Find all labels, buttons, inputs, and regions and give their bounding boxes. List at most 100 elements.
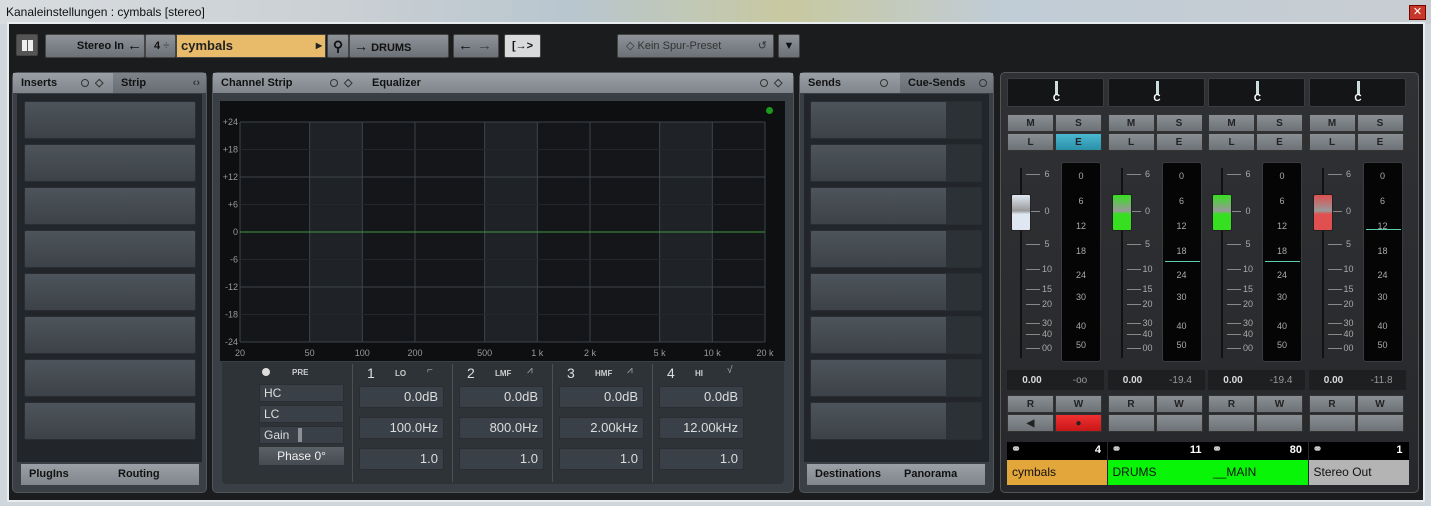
- mute-button[interactable]: M: [1007, 114, 1054, 132]
- solo-button[interactable]: S: [1256, 114, 1303, 132]
- write-automation-button[interactable]: W: [1356, 395, 1404, 413]
- write-automation-button[interactable]: W: [1256, 395, 1303, 413]
- band-q-field[interactable]: 1.0: [659, 448, 744, 470]
- tab-cue-sends[interactable]: Cue-Sends: [900, 73, 993, 93]
- send-slot[interactable]: [810, 187, 982, 225]
- edit-button[interactable]: E: [1356, 133, 1404, 151]
- band-name[interactable]: HMF: [595, 369, 612, 378]
- bypass-icon[interactable]: [880, 79, 888, 87]
- send-level-area[interactable]: [946, 145, 981, 181]
- filter-shape-icon[interactable]: √: [727, 365, 733, 376]
- filter-shape-icon[interactable]: ⩘: [527, 365, 533, 376]
- band-name[interactable]: LMF: [495, 369, 511, 378]
- filter-shape-icon[interactable]: ⩘: [627, 365, 633, 376]
- band-q-field[interactable]: 1.0: [459, 448, 544, 470]
- volume-fader-handle[interactable]: [1011, 194, 1031, 231]
- send-slot[interactable]: [810, 230, 982, 268]
- insert-slot[interactable]: [24, 402, 196, 440]
- volume-fader-handle[interactable]: [1312, 194, 1333, 231]
- listen-button[interactable]: L: [1007, 133, 1054, 151]
- write-automation-button[interactable]: W: [1155, 395, 1203, 413]
- filter-shape-icon[interactable]: ⌐: [427, 365, 433, 376]
- send-slot[interactable]: [810, 316, 982, 354]
- band-q-field[interactable]: 1.0: [359, 448, 444, 470]
- solo-button[interactable]: S: [1055, 114, 1102, 132]
- band-freq-field[interactable]: 100.0Hz: [359, 417, 444, 439]
- listen-button[interactable]: L: [1308, 133, 1356, 151]
- write-automation-button[interactable]: W: [1055, 395, 1102, 413]
- gain-slider-handle[interactable]: [298, 428, 302, 442]
- insert-slot[interactable]: [24, 187, 196, 225]
- channel-name-label[interactable]: cymbals: [1007, 460, 1107, 485]
- band-freq-field[interactable]: 12.00kHz: [659, 417, 744, 439]
- insert-slot[interactable]: [24, 144, 196, 182]
- insert-slot[interactable]: [24, 316, 196, 354]
- listen-button[interactable]: L: [1107, 133, 1155, 151]
- mute-button[interactable]: M: [1308, 114, 1356, 132]
- volume-value[interactable]: 0.00: [1311, 375, 1357, 386]
- pre-hc-slider[interactable]: HC: [259, 384, 344, 402]
- listen-button[interactable]: L: [1208, 133, 1255, 151]
- peak-value[interactable]: -11.8: [1359, 375, 1405, 386]
- solo-button[interactable]: S: [1155, 114, 1203, 132]
- edit-button[interactable]: E: [1256, 133, 1303, 151]
- read-automation-button[interactable]: R: [1308, 395, 1356, 413]
- link-icon[interactable]: ⚭: [1112, 442, 1122, 456]
- send-level-area[interactable]: [946, 188, 981, 224]
- mute-button[interactable]: M: [1107, 114, 1155, 132]
- edit-button[interactable]: E: [1155, 133, 1203, 151]
- channel-name-label[interactable]: DRUMS: [1107, 460, 1208, 485]
- edit-button[interactable]: E: [1055, 133, 1102, 151]
- band-name[interactable]: HI: [695, 369, 703, 378]
- link-icon[interactable]: ⚭: [1212, 442, 1222, 456]
- insert-slot[interactable]: [24, 230, 196, 268]
- band-q-field[interactable]: 1.0: [559, 448, 644, 470]
- insert-slot[interactable]: [24, 273, 196, 311]
- pan-control[interactable]: C: [1308, 78, 1406, 107]
- band-gain-field[interactable]: 0.0dB: [659, 386, 744, 408]
- volume-fader-handle[interactable]: [1212, 194, 1232, 231]
- tab-sends[interactable]: Sends: [800, 73, 900, 93]
- band-freq-field[interactable]: 2.00kHz: [559, 417, 644, 439]
- insert-slot[interactable]: [24, 101, 196, 139]
- pan-control[interactable]: C: [1208, 78, 1305, 107]
- volume-value[interactable]: 0.00: [1009, 375, 1055, 386]
- send-slot[interactable]: [810, 101, 982, 139]
- pan-control[interactable]: C: [1007, 78, 1104, 107]
- band-gain-field[interactable]: 0.0dB: [559, 386, 644, 408]
- tab-panorama[interactable]: Panorama: [896, 464, 985, 485]
- send-level-area[interactable]: [946, 403, 981, 439]
- read-automation-button[interactable]: R: [1007, 395, 1054, 413]
- volume-value[interactable]: 0.00: [1110, 375, 1156, 386]
- volume-value[interactable]: 0.00: [1210, 375, 1256, 386]
- pre-led[interactable]: [262, 368, 270, 376]
- send-level-area[interactable]: [946, 360, 981, 396]
- bypass-icon[interactable]: [979, 79, 987, 87]
- mute-button[interactable]: M: [1208, 114, 1255, 132]
- insert-slot[interactable]: [24, 359, 196, 397]
- link-icon[interactable]: ⚭: [1313, 442, 1323, 456]
- tab-destinations[interactable]: Destinations: [807, 464, 896, 485]
- send-slot[interactable]: [810, 359, 982, 397]
- phase-button[interactable]: Phase 0°: [259, 447, 344, 465]
- solo-button[interactable]: S: [1356, 114, 1404, 132]
- monitor-button[interactable]: ◀: [1007, 414, 1054, 432]
- channel-name-label[interactable]: __MAIN: [1208, 460, 1308, 485]
- pan-control[interactable]: C: [1107, 78, 1205, 107]
- pre-lc-slider[interactable]: LC: [259, 405, 344, 423]
- band-name[interactable]: LO: [395, 369, 406, 378]
- band-gain-field[interactable]: 0.0dB: [359, 386, 444, 408]
- record-button[interactable]: ●: [1055, 414, 1102, 432]
- send-slot[interactable]: [810, 144, 982, 182]
- send-slot[interactable]: [810, 273, 982, 311]
- send-level-area[interactable]: [946, 317, 981, 353]
- send-slot[interactable]: [810, 402, 982, 440]
- read-automation-button[interactable]: R: [1107, 395, 1155, 413]
- send-level-area[interactable]: [946, 102, 981, 138]
- channel-name-label[interactable]: Stereo Out: [1308, 460, 1409, 485]
- send-level-area[interactable]: [946, 274, 981, 310]
- send-level-area[interactable]: [946, 231, 981, 267]
- peak-value[interactable]: -19.4: [1158, 375, 1204, 386]
- band-gain-field[interactable]: 0.0dB: [459, 386, 544, 408]
- band-freq-field[interactable]: 800.0Hz: [459, 417, 544, 439]
